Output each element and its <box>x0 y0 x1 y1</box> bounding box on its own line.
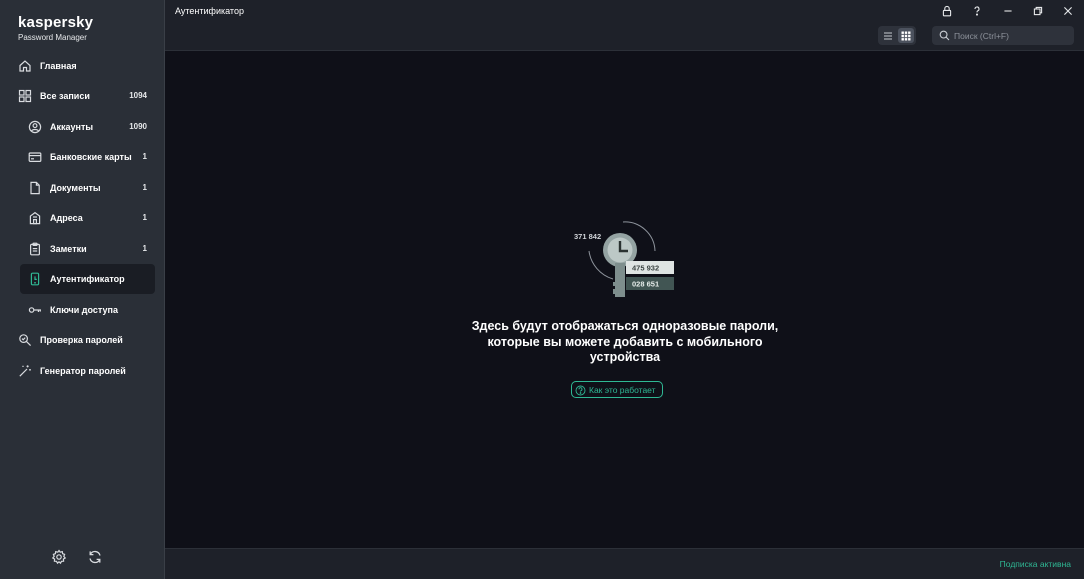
sidebar-item-label: Адреса <box>50 213 83 223</box>
restore-icon[interactable] <box>1031 4 1045 18</box>
sidebar-item-label: Заметки <box>50 244 87 254</box>
main-area: Аутентификатор Поиск (Ctrl+F) 371 842 47… <box>165 0 1084 579</box>
magnifier-check-icon <box>18 333 32 347</box>
search-icon <box>939 30 950 41</box>
search-box <box>932 26 1074 45</box>
list-view-button[interactable] <box>880 28 896 43</box>
app-window: kaspersky Password Manager Главная Все з… <box>0 0 1084 579</box>
sidebar-item-label: Проверка паролей <box>40 335 123 345</box>
sidebar-item-label: Ключи доступа <box>50 305 118 315</box>
otp-code: 475 932 <box>632 264 659 273</box>
sidebar-item-label: Банковские карты <box>50 152 132 162</box>
how-it-works-label: Как это работает <box>589 385 656 395</box>
sidebar-item-count: 1 <box>142 244 147 253</box>
how-it-works-button[interactable]: Как это работает <box>571 381 663 398</box>
view-mode-toggle <box>878 26 916 45</box>
credit-card-icon <box>28 150 42 164</box>
list-icon <box>884 32 892 39</box>
sidebar-item-label: Главная <box>40 61 77 71</box>
authenticator-illustration: 371 842 475 932 028 651 <box>574 221 674 297</box>
gear-icon[interactable] <box>51 549 67 565</box>
sidebar-item-home[interactable]: Главная <box>10 51 155 81</box>
sidebar-item-label: Аутентификатор <box>50 274 125 284</box>
key-icon <box>28 303 42 317</box>
tile-view-button[interactable] <box>898 28 914 43</box>
close-icon[interactable] <box>1061 4 1075 18</box>
sidebar-item-count: 1094 <box>129 91 147 100</box>
sidebar-item-count: 1 <box>142 152 147 161</box>
sidebar-item-documents[interactable]: Документы 1 <box>20 173 155 203</box>
minimize-icon[interactable] <box>1001 4 1015 18</box>
brand-name: kaspersky <box>18 14 94 31</box>
sidebar-item-count: 1 <box>142 213 147 222</box>
sidebar-item-label: Генератор паролей <box>40 366 126 376</box>
sidebar-item-label: Документы <box>50 183 101 193</box>
sidebar-footer <box>0 549 165 569</box>
content-area: 371 842 475 932 028 651 Здесь будут отоб… <box>165 51 1084 548</box>
sync-icon[interactable] <box>87 549 103 565</box>
sidebar-item-label: Все записи <box>40 91 90 101</box>
brand-subtitle: Password Manager <box>18 33 87 42</box>
otp-code: 371 842 <box>574 232 601 241</box>
lock-icon[interactable] <box>940 4 954 18</box>
user-circle-icon <box>28 120 42 134</box>
search-input[interactable] <box>954 26 1070 45</box>
empty-state-message: Здесь будут отображаться одноразовые пар… <box>471 319 779 364</box>
sidebar-item-password-generator[interactable]: Генератор паролей <box>10 356 155 386</box>
question-circle-icon <box>575 385 586 396</box>
sidebar-item-authenticator[interactable]: Аутентификатор <box>20 264 155 294</box>
status-bar: Подписка активна <box>165 548 1084 579</box>
brand-logo: kaspersky Password Manager <box>18 14 93 42</box>
magic-wand-icon <box>18 364 32 378</box>
sidebar-item-notes[interactable]: Заметки 1 <box>20 234 155 264</box>
tile-grid-icon <box>901 31 911 40</box>
sidebar-item-addresses[interactable]: Адреса 1 <box>20 203 155 233</box>
sidebar-item-bank-cards[interactable]: Банковские карты 1 <box>20 142 155 172</box>
sidebar-item-count: 1090 <box>129 122 147 131</box>
authenticator-icon <box>28 272 42 286</box>
page-title: Аутентификатор <box>175 6 244 16</box>
sidebar-item-count: 1 <box>142 183 147 192</box>
document-icon <box>28 181 42 195</box>
sidebar-item-label: Аккаунты <box>50 122 94 132</box>
grid-icon <box>18 89 32 103</box>
sidebar-item-access-keys[interactable]: Ключи доступа <box>20 295 155 325</box>
home-icon <box>18 59 32 73</box>
clipboard-icon <box>28 242 42 256</box>
header: Аутентификатор <box>165 0 1084 51</box>
building-icon <box>28 211 42 225</box>
sidebar-item-all-records[interactable]: Все записи 1094 <box>10 81 155 111</box>
otp-code: 028 651 <box>632 280 659 289</box>
sidebar: kaspersky Password Manager Главная Все з… <box>0 0 165 579</box>
sidebar-item-accounts[interactable]: Аккаунты 1090 <box>20 112 155 142</box>
help-icon[interactable] <box>970 4 984 18</box>
subscription-status-link[interactable]: Подписка активна <box>1000 559 1071 569</box>
sidebar-item-password-check[interactable]: Проверка паролей <box>10 325 155 355</box>
